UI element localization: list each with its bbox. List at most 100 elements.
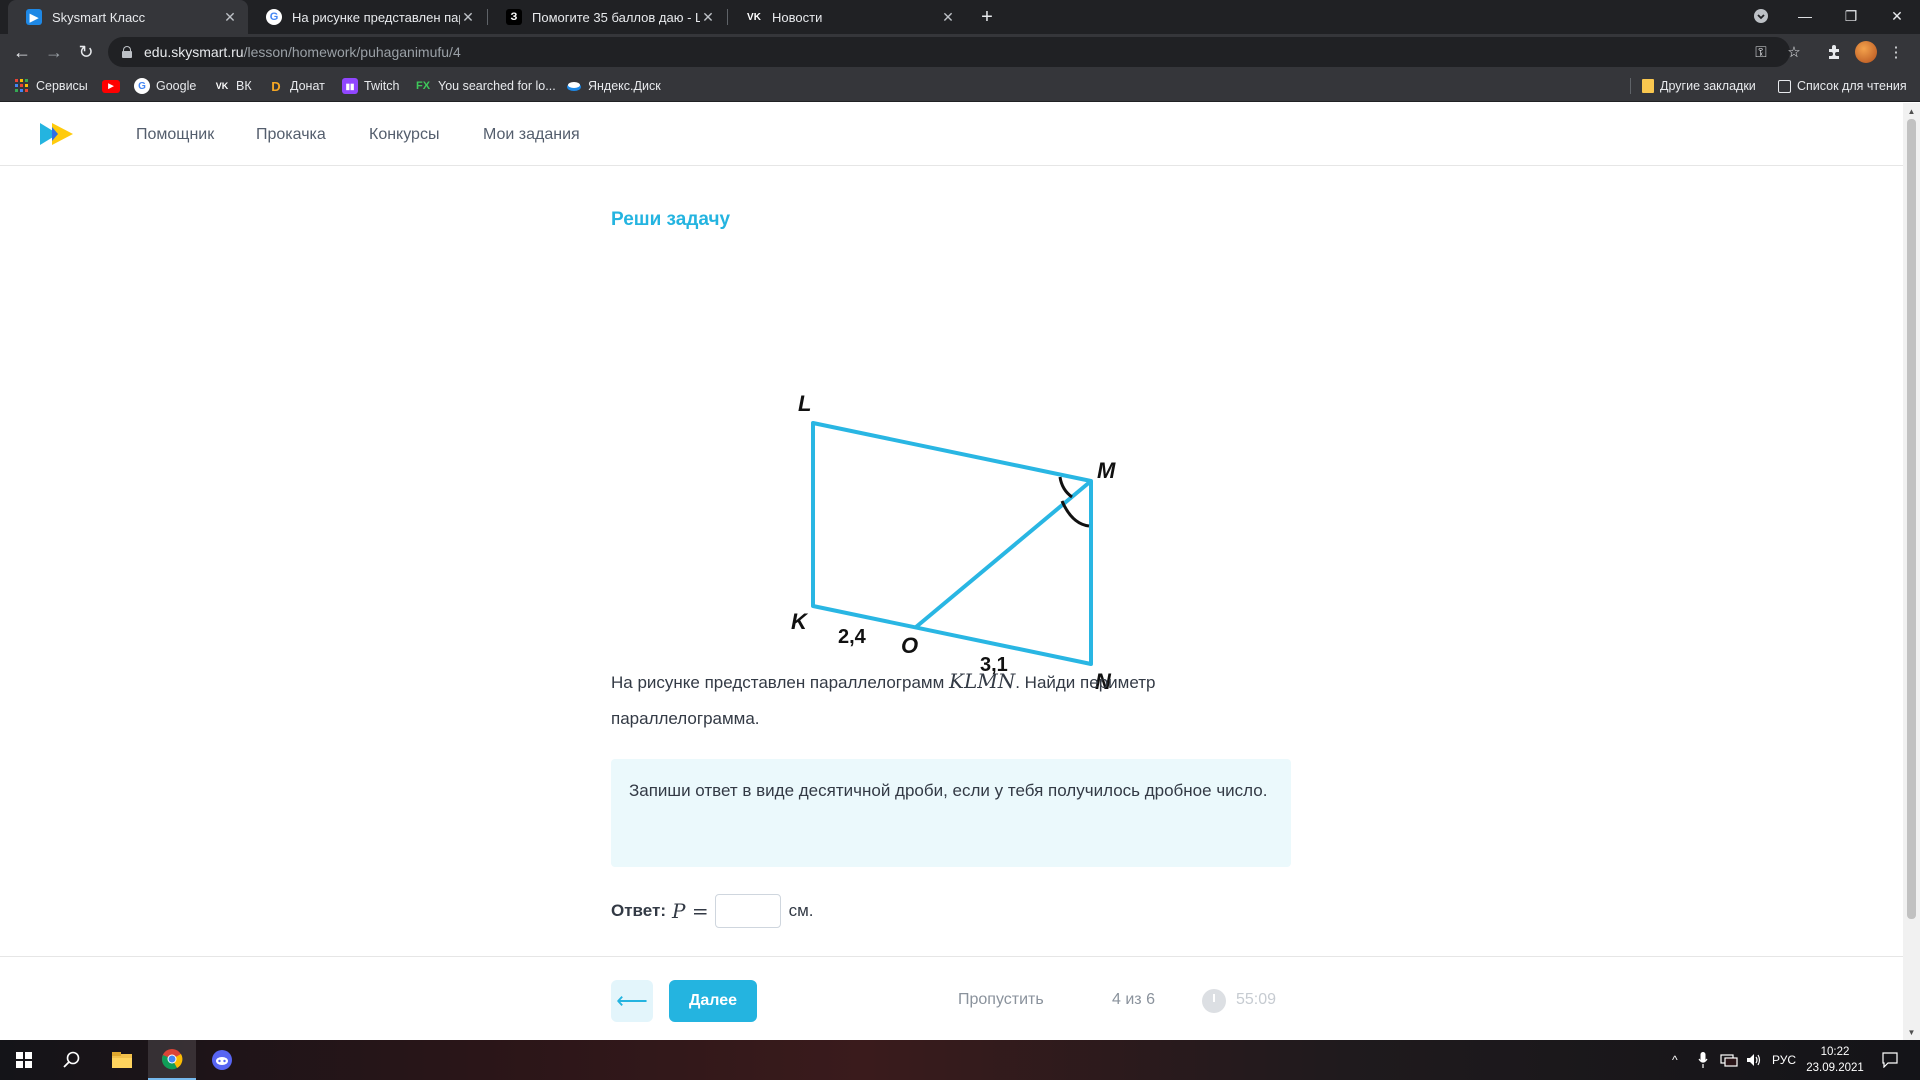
segment-mo [914, 479, 1093, 629]
windows-start-icon[interactable] [0, 1040, 48, 1080]
task-title: Реши задачу [611, 209, 731, 230]
google-icon: G [134, 78, 150, 94]
network-icon[interactable] [1720, 1040, 1738, 1080]
answer-math-p: P = [672, 899, 709, 923]
reload-icon[interactable]: ↻ [72, 38, 100, 66]
donationalerts-icon: D [271, 78, 281, 94]
chrome-taskbar-icon[interactable] [148, 1040, 196, 1080]
close-tab-icon[interactable]: ✕ [222, 9, 238, 26]
bookmark-donat[interactable]: D Донат [268, 70, 325, 102]
volume-icon[interactable] [1746, 1040, 1762, 1080]
minimize-icon[interactable]: — [1782, 0, 1828, 32]
tab-vk-news[interactable]: VK Новости ✕ [728, 0, 966, 34]
timer: 55:09 [1236, 991, 1277, 1008]
extensions-puzzle-icon[interactable] [1820, 38, 1848, 66]
vertex-o-label: O [901, 633, 918, 658]
task-footer: ⟵ Далее Пропустить 4 из 6 55:09 [0, 956, 1903, 1040]
tab-skysmart[interactable]: ▶ Skysmart Класс ✕ [8, 0, 248, 34]
google-favicon-icon: G [266, 9, 282, 25]
hint-text: Запиши ответ в виде десятичной дроби, ес… [629, 781, 1268, 800]
nav-helper[interactable]: Помощник [136, 103, 214, 166]
bookmark-star-icon[interactable]: ☆ [1780, 38, 1808, 66]
skysmart-favicon-icon: ▶ [26, 9, 42, 25]
scroll-up-icon[interactable]: ▲ [1903, 103, 1920, 119]
next-button[interactable]: Далее [669, 980, 757, 1022]
bookmark-separator [1630, 78, 1631, 94]
hint-box: Запиши ответ в виде десятичной дроби, ес… [611, 759, 1291, 867]
tab-znanija[interactable]: З Помогите 35 баллов даю - Шко... ✕ [488, 0, 726, 34]
reading-list-icon [1778, 79, 1791, 93]
bookmark-services[interactable]: Сервисы [14, 70, 88, 102]
close-tab-icon[interactable]: ✕ [940, 9, 956, 26]
system-clock[interactable]: 10:22 23.09.2021 [1800, 1044, 1870, 1076]
question-math-klmn: KLMN [949, 669, 1016, 693]
browser-toolbar: ← → ↻ edu.skysmart.ru/lesson/homework/pu… [0, 34, 1920, 70]
vertex-l-label: L [798, 391, 811, 416]
previous-button[interactable]: ⟵ [611, 980, 653, 1022]
back-arrow-icon[interactable]: ← [8, 38, 36, 66]
notifications-icon[interactable] [1882, 1040, 1898, 1080]
bookmark-label: Сервисы [36, 79, 88, 93]
input-language[interactable]: РУС [1772, 1040, 1796, 1080]
vertex-k-label: K [791, 609, 809, 634]
bookmark-label: Twitch [364, 79, 400, 93]
nav-contests[interactable]: Конкурсы [369, 103, 439, 166]
bookmark-search[interactable]: FX You searched for lo... [414, 70, 556, 102]
address-bar[interactable]: edu.skysmart.ru/lesson/homework/puhagani… [108, 37, 1790, 67]
angle-arc-2 [1060, 500, 1090, 528]
close-tab-icon[interactable]: ✕ [700, 9, 716, 26]
bookmark-label: You searched for lo... [438, 79, 556, 93]
parallelogram-figure: L M K O N 2,4 3,1 [780, 283, 1140, 703]
file-explorer-icon[interactable] [98, 1040, 146, 1080]
page-scrollbar[interactable]: ▲ ▼ [1903, 103, 1920, 1040]
tab-title: На рисунке представлен парал... [292, 9, 460, 25]
site-header: Помощник Прокачка Конкурсы Мои задания [0, 103, 1903, 166]
scrollbar-thumb[interactable] [1907, 119, 1916, 919]
skysmart-logo[interactable] [40, 121, 76, 147]
menu-kebab-icon[interactable]: ⋮ [1882, 38, 1910, 66]
tab-search-icon[interactable] [1738, 0, 1784, 32]
clock-time: 10:22 [1820, 1046, 1850, 1058]
reading-list[interactable]: Список для чтения [1778, 70, 1907, 102]
vk-icon: VK [215, 81, 229, 91]
skip-link[interactable]: Пропустить [958, 991, 1044, 1009]
scroll-down-icon[interactable]: ▼ [1903, 1024, 1920, 1040]
bookmark-label: Google [156, 79, 197, 93]
nav-pumping[interactable]: Прокачка [256, 103, 326, 166]
clock-icon [1202, 989, 1226, 1013]
restore-icon[interactable]: ❐ [1828, 0, 1874, 32]
bookmark-label: Список для чтения [1797, 79, 1907, 93]
bookmark-yandex-disk[interactable]: Яндекс.Диск [566, 70, 661, 102]
bookmark-label: Яндекс.Диск [588, 79, 661, 93]
folder-icon [1642, 79, 1654, 93]
close-tab-icon[interactable]: ✕ [460, 9, 476, 26]
bookmark-label: Другие закладки [1660, 79, 1756, 93]
znanija-favicon-icon: З [506, 9, 522, 25]
bookmarks-bar: Сервисы ▶ G Google VK ВК D Донат ▮▮ Twit… [0, 70, 1920, 102]
nav-my-tasks[interactable]: Мои задания [483, 103, 580, 166]
discord-icon[interactable] [198, 1040, 246, 1080]
bookmark-google[interactable]: G Google [134, 70, 196, 102]
tray-chevron-up-icon[interactable]: ^ [1672, 1040, 1678, 1080]
apps-grid-icon [14, 78, 30, 94]
search-icon[interactable] [48, 1040, 96, 1080]
forward-arrow-icon[interactable]: → [40, 38, 68, 66]
bookmark-youtube[interactable]: ▶ [102, 70, 126, 102]
close-window-icon[interactable]: ✕ [1874, 0, 1920, 32]
tab-google-search[interactable]: G На рисунке представлен парал... ✕ [248, 0, 486, 34]
new-tab-button[interactable]: + [975, 0, 999, 34]
key-icon[interactable]: ⚿ [1747, 38, 1775, 66]
profile-avatar[interactable] [1855, 41, 1877, 63]
url-host: edu.skysmart.ru [144, 44, 244, 60]
vertex-m-label: M [1097, 458, 1116, 483]
bookmark-label: ВК [236, 79, 252, 93]
bookmark-other[interactable]: Другие закладки [1642, 70, 1756, 102]
url-path: /lesson/homework/puhaganimufu/4 [243, 44, 461, 60]
bookmark-twitch[interactable]: ▮▮ Twitch [342, 70, 399, 102]
bookmark-vk[interactable]: VK ВК [214, 70, 252, 102]
microphone-icon[interactable] [1698, 1040, 1708, 1080]
lock-icon [122, 46, 132, 58]
twitch-icon: ▮▮ [342, 78, 358, 94]
answer-input[interactable] [714, 894, 781, 928]
tab-title: Skysmart Класс [52, 9, 146, 25]
